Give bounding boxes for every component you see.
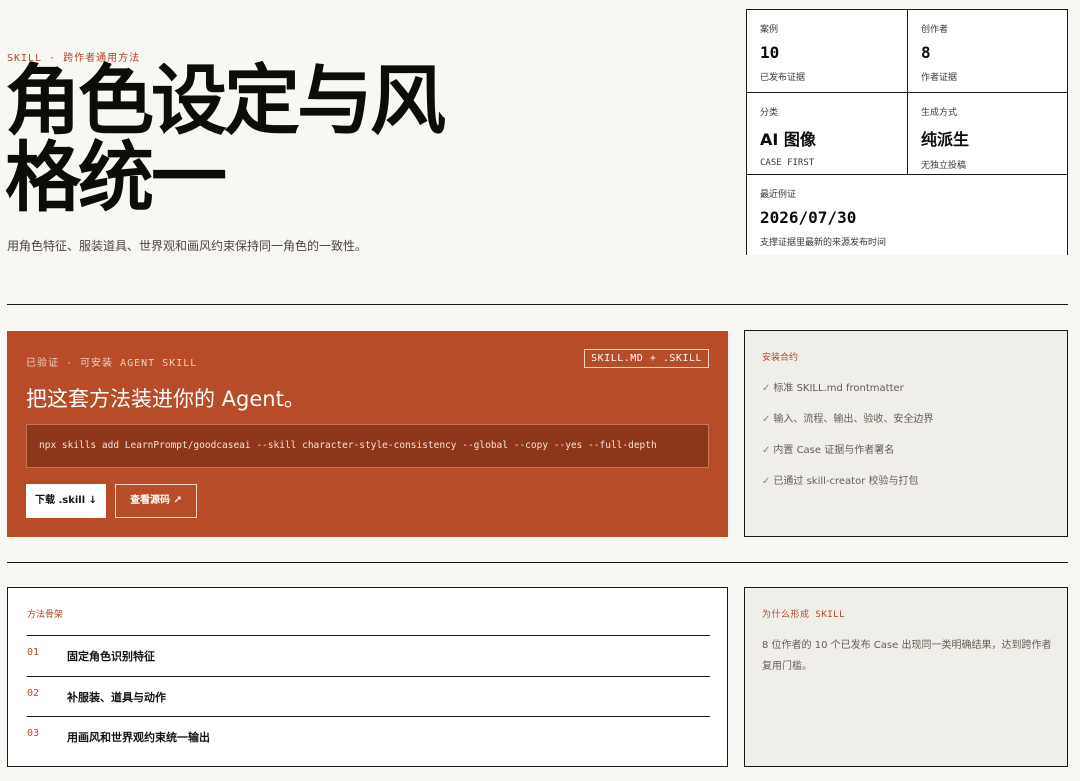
stat-value: AI 图像 bbox=[760, 130, 816, 149]
check-icon: ✓ bbox=[762, 445, 771, 456]
stat-sub: 支撑证据里最新的来源发布时间 bbox=[760, 238, 887, 248]
list-item: ✓ 标准 SKILL.md frontmatter bbox=[762, 379, 933, 410]
contract-item-label: 内置 Case 证据与作者署名 bbox=[773, 445, 895, 456]
stat-label: 生成方式 bbox=[921, 108, 958, 118]
install-command[interactable]: npx skills add LearnPrompt/goodcaseai --… bbox=[26, 424, 709, 468]
view-source-button[interactable]: 查看源码 ↗ bbox=[115, 484, 197, 518]
stat-label: 案例 bbox=[760, 25, 779, 35]
contract-item-label: 标准 SKILL.md frontmatter bbox=[773, 383, 904, 394]
stat-label: 创作者 bbox=[921, 25, 949, 35]
stat-label: 分类 bbox=[760, 108, 779, 118]
stat-cases: 案例 10 已发布证据 bbox=[747, 10, 908, 93]
stat-label: 最近例证 bbox=[760, 190, 797, 200]
stat-value: 2026/07/30 bbox=[760, 208, 857, 227]
install-headline: 把这套方法装进你的 Agent。 bbox=[26, 387, 305, 411]
stat-sub: 无独立投稿 bbox=[921, 161, 967, 171]
check-icon: ✓ bbox=[762, 414, 771, 425]
check-icon: ✓ bbox=[762, 383, 771, 394]
stat-latest: 最近例证 2026/07/30 支撑证据里最新的来源发布时间 bbox=[747, 175, 1067, 255]
contract-title: 安装合约 bbox=[762, 353, 799, 363]
install-contract-panel: 安装合约 ✓ 标准 SKILL.md frontmatter ✓ 输入、流程、输出、… bbox=[744, 330, 1068, 537]
divider bbox=[7, 304, 1068, 305]
stat-category: 分类 AI 图像 CASE FIRST bbox=[747, 93, 908, 175]
method-step: 03 用画风和世界观约束统一输出 bbox=[27, 716, 710, 757]
hero-description: 用角色特征、服装道具、世界观和画风约束保持同一角色的一致性。 bbox=[7, 239, 368, 253]
step-number: 02 bbox=[27, 688, 40, 699]
download-skill-button[interactable]: 下载 .skill ↓ bbox=[26, 484, 106, 518]
list-item: ✓ 输入、流程、输出、验收、安全边界 bbox=[762, 410, 933, 441]
stat-sub: CASE FIRST bbox=[760, 158, 815, 168]
stat-sub: 作者证据 bbox=[921, 73, 958, 83]
stat-value: 8 bbox=[921, 43, 931, 62]
contract-item-label: 已通过 skill-creator 校验与打包 bbox=[773, 476, 919, 487]
stat-value: 纯派生 bbox=[921, 130, 970, 149]
method-step: 01 固定角色识别特征 bbox=[27, 635, 710, 676]
list-item: ✓ 已通过 skill-creator 校验与打包 bbox=[762, 472, 933, 503]
why-title: 为什么形成 SKILL bbox=[762, 610, 846, 620]
contract-list: ✓ 标准 SKILL.md frontmatter ✓ 输入、流程、输出、验收、安全… bbox=[762, 379, 933, 503]
list-item: ✓ 内置 Case 证据与作者署名 bbox=[762, 441, 933, 472]
stat-generation: 生成方式 纯派生 无独立投稿 bbox=[908, 93, 1067, 175]
why-skill-panel: 为什么形成 SKILL 8 位作者的 10 个已发布 Case 出现同一类明确结… bbox=[744, 587, 1068, 767]
step-label: 补服装、道具与动作 bbox=[67, 691, 166, 704]
method-skeleton-panel: 方法骨架 01 固定角色识别特征 02 补服装、道具与动作 03 用画风和世界观… bbox=[7, 587, 728, 767]
stat-value: 10 bbox=[760, 43, 780, 62]
contract-item-label: 输入、流程、输出、验收、安全边界 bbox=[773, 414, 934, 425]
verified-badge: 已验证 · 可安装 AGENT SKILL bbox=[26, 358, 198, 369]
stat-sub: 已发布证据 bbox=[760, 73, 806, 83]
step-number: 03 bbox=[27, 728, 40, 739]
step-label: 固定角色识别特征 bbox=[67, 650, 155, 663]
step-label: 用画风和世界观约束统一输出 bbox=[67, 731, 210, 744]
stats-grid: 案例 10 已发布证据 创作者 8 作者证据 分类 AI 图像 CASE FIR… bbox=[746, 9, 1068, 255]
check-icon: ✓ bbox=[762, 476, 771, 487]
why-text: 8 位作者的 10 个已发布 Case 出现同一类明确结果，达到跨作者复用门槛。 bbox=[762, 640, 1052, 672]
file-type-tag: SKILL.MD + .SKILL bbox=[584, 349, 709, 368]
install-panel: 已验证 · 可安装 AGENT SKILL SKILL.MD + .SKILL … bbox=[7, 331, 728, 537]
step-number: 01 bbox=[27, 647, 40, 658]
method-step: 02 补服装、道具与动作 bbox=[27, 676, 710, 717]
stat-creators: 创作者 8 作者证据 bbox=[908, 10, 1067, 93]
method-title: 方法骨架 bbox=[27, 610, 64, 620]
page-title: 角色设定与风格统一 bbox=[5, 56, 446, 222]
divider bbox=[7, 562, 1068, 563]
